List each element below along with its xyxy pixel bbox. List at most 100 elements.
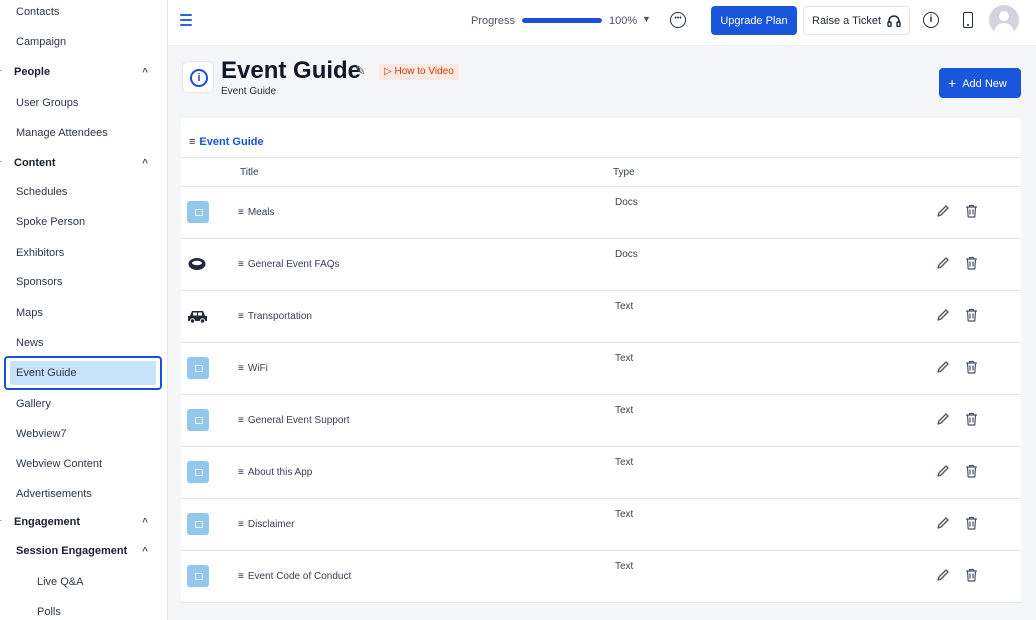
delete-icon[interactable] — [965, 568, 978, 582]
sidebar-item-content[interactable]: ⌐ Content ^ — [0, 149, 167, 177]
sidebar-item-event-guide[interactable]: Event Guide — [4, 356, 162, 390]
sidebar-item-gallery[interactable]: Gallery — [0, 390, 167, 418]
sidebar-item-people[interactable]: ⌐ People ^ — [0, 58, 167, 86]
row-type: Text — [615, 301, 634, 312]
raise-ticket-label: Raise a Ticket — [812, 14, 882, 27]
edit-title-icon[interactable]: ✎ — [355, 63, 366, 79]
row-title: ≡ General Event Support — [238, 415, 350, 426]
sidebar-item-manage-attendees[interactable]: Manage Attendees — [0, 119, 167, 147]
table-row[interactable]: ≡ Meals Docs — [181, 187, 1021, 239]
image-placeholder-icon — [187, 357, 209, 379]
sidebar-item-advertisements[interactable]: Advertisements — [0, 480, 167, 508]
plus-icon: + — [948, 75, 957, 91]
delete-icon[interactable] — [965, 256, 978, 270]
sidebar-item-sponsors[interactable]: Sponsors — [0, 268, 167, 296]
progress-percent[interactable]: 100% — [609, 15, 637, 27]
menu-toggle-icon[interactable] — [180, 14, 192, 26]
sidebar-item-webview7[interactable]: Webview7 — [0, 420, 167, 448]
sidebar-item-maps[interactable]: Maps — [0, 299, 167, 327]
mobile-preview-icon[interactable] — [963, 12, 973, 28]
delete-icon[interactable] — [965, 464, 978, 478]
chevron-up-icon[interactable]: ^ — [142, 158, 148, 169]
edit-icon[interactable] — [936, 464, 950, 478]
sidebar-item-label: Webview Content — [16, 458, 103, 470]
delete-icon[interactable] — [965, 412, 978, 426]
table-row[interactable]: ≡ General Event FAQs Docs — [181, 239, 1021, 291]
page-info-icon[interactable]: i — [182, 61, 214, 93]
caret-down-icon[interactable]: ▼ — [642, 14, 651, 24]
sidebar-item-label: News — [16, 337, 44, 349]
drag-handle-icon[interactable]: ≡ — [238, 259, 244, 270]
edit-icon[interactable] — [936, 412, 950, 426]
sidebar-item-contacts[interactable]: Contacts — [0, 0, 167, 26]
row-title-text: Disclaimer — [247, 519, 295, 530]
sidebar-item-label: Contacts — [16, 6, 60, 18]
sidebar-item-news[interactable]: News — [0, 329, 167, 357]
add-new-button[interactable]: + Add New — [939, 68, 1021, 98]
table-row[interactable]: ≡ Transportation Text — [181, 291, 1021, 343]
sidebar-item-label: Event Guide — [16, 367, 77, 379]
drag-handle-icon[interactable]: ≡ — [238, 467, 244, 478]
edit-icon[interactable] — [936, 308, 950, 322]
row-type: Text — [615, 353, 634, 364]
chevron-up-icon[interactable]: ^ — [142, 517, 148, 528]
edit-icon[interactable] — [936, 256, 950, 270]
row-title-text: Transportation — [247, 311, 312, 322]
row-title: ≡ Transportation — [238, 311, 312, 322]
sidebar-item-label: Spoke Person — [16, 216, 86, 228]
row-type: Docs — [615, 197, 638, 208]
table-row[interactable]: ≡ WiFi Text — [181, 343, 1021, 395]
row-title: ≡ WiFi — [238, 363, 268, 374]
drag-handle-icon[interactable]: ≡ — [238, 363, 244, 374]
edit-icon[interactable] — [936, 568, 950, 582]
drag-handle-icon[interactable]: ≡ — [238, 311, 244, 322]
sidebar-item-schedules[interactable]: Schedules — [0, 178, 167, 206]
sidebar-item-exhibitors[interactable]: Exhibitors — [0, 239, 167, 267]
row-title-text: General Event Support — [247, 415, 350, 426]
row-title: ≡ General Event FAQs — [238, 259, 340, 270]
delete-icon[interactable] — [965, 516, 978, 530]
how-to-video-link[interactable]: ▷ How to Video — [379, 64, 459, 80]
sidebar-item-label: Sponsors — [16, 276, 63, 288]
table-row[interactable]: ≡ General Event Support Text — [181, 395, 1021, 447]
sidebar-item-label: Advertisements — [16, 488, 92, 500]
chevron-up-icon[interactable]: ^ — [142, 546, 148, 557]
sidebar-item-live-q-a[interactable]: Live Q&A — [0, 568, 167, 596]
image-placeholder-icon — [187, 201, 209, 223]
chat-icon[interactable]: ••• — [670, 12, 686, 28]
row-title-text: About this App — [247, 467, 313, 478]
drag-handle-icon[interactable]: ≡ — [238, 519, 244, 530]
drag-handle-icon[interactable]: ≡ — [238, 571, 244, 582]
table-row[interactable]: ≡ Disclaimer Text — [181, 499, 1021, 551]
delete-icon[interactable] — [965, 308, 978, 322]
sidebar-item-campaign[interactable]: Campaign — [0, 28, 167, 56]
sidebar-item-label: Polls — [37, 606, 61, 618]
sidebar-item-engagement[interactable]: ⌐ Engagement ^ — [0, 508, 167, 536]
event-guide-card: ≡ Event Guide Title Type ≡ Meals Docs ≡ Gener… — [181, 118, 1021, 603]
upgrade-plan-button[interactable]: Upgrade Plan — [711, 6, 797, 35]
sidebar-item-user-groups[interactable]: User Groups — [0, 89, 167, 117]
user-avatar[interactable] — [989, 5, 1019, 35]
drag-handle-icon[interactable]: ≡ — [238, 207, 244, 218]
row-title: ≡ Event Code of Conduct — [238, 571, 351, 582]
sidebar-item-session-engagement[interactable]: Session Engagement ^ — [0, 537, 167, 565]
sidebar-item-webview-content[interactable]: Webview Content — [0, 450, 167, 478]
drag-handle-icon[interactable]: ≡ — [238, 415, 244, 426]
add-new-label: Add New — [962, 78, 1007, 90]
list-icon: ≡ — [189, 136, 196, 148]
delete-icon[interactable] — [965, 360, 978, 374]
edit-icon[interactable] — [936, 360, 950, 374]
edit-icon[interactable] — [936, 516, 950, 530]
image-placeholder-icon — [187, 513, 209, 535]
info-icon[interactable]: i — [923, 12, 939, 28]
table-row[interactable]: ≡ Event Code of Conduct Text — [181, 551, 1021, 603]
sidebar-item-polls[interactable]: Polls — [0, 598, 167, 620]
sidebar-item-label: People — [14, 66, 51, 78]
chevron-up-icon[interactable]: ^ — [142, 67, 148, 78]
table-row[interactable]: ≡ About this App Text — [181, 447, 1021, 499]
edit-icon[interactable] — [936, 204, 950, 218]
sidebar-item-spoke-person[interactable]: Spoke Person — [0, 208, 167, 236]
raise-ticket-button[interactable]: Raise a Ticket — [803, 6, 910, 35]
sidebar-item-label: Webview7 — [16, 428, 67, 440]
delete-icon[interactable] — [965, 204, 978, 218]
